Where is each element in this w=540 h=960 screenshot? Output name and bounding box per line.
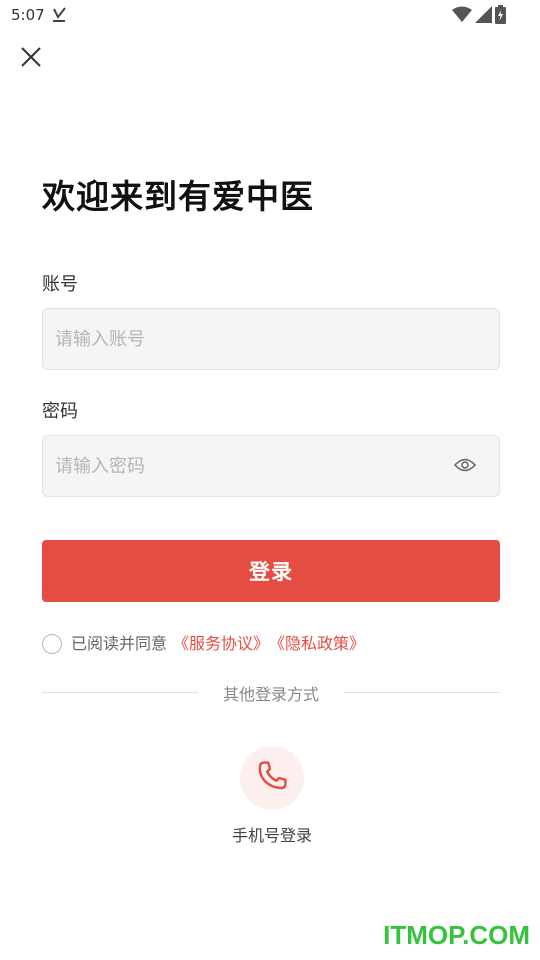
agreement-row: 已阅读并同意 《服务协议》 《隐私政策》 bbox=[42, 630, 365, 654]
battery-icon bbox=[495, 5, 506, 28]
divider-left bbox=[42, 692, 198, 693]
eye-icon bbox=[453, 457, 477, 477]
terms-of-service-link[interactable]: 《服务协议》 bbox=[173, 630, 269, 654]
wifi-icon bbox=[452, 6, 472, 27]
agreement-text: 已阅读并同意 bbox=[71, 634, 168, 653]
phone-login-circle[interactable] bbox=[240, 746, 304, 810]
divider-right bbox=[344, 692, 500, 693]
privacy-policy-link[interactable]: 《隐私政策》 bbox=[269, 630, 365, 654]
account-label: 账号 bbox=[42, 274, 78, 295]
toggle-password-visibility-button[interactable] bbox=[453, 456, 477, 478]
close-icon bbox=[20, 46, 42, 72]
password-input[interactable] bbox=[55, 436, 445, 496]
watermark-text: ITMOP.COM bbox=[383, 920, 530, 950]
other-login-divider-text: 其他登录方式 bbox=[222, 685, 319, 704]
status-bar: 5:07 bbox=[0, 0, 540, 30]
status-icons bbox=[452, 5, 506, 28]
password-field bbox=[42, 435, 500, 497]
login-button[interactable]: 登录 bbox=[42, 540, 500, 602]
download-done-icon bbox=[50, 6, 68, 28]
agreement-checkbox[interactable] bbox=[42, 634, 62, 654]
status-time: 5:07 bbox=[11, 6, 45, 24]
page-title: 欢迎来到有爱中医 bbox=[42, 177, 314, 216]
password-label: 密码 bbox=[42, 401, 78, 422]
account-input[interactable] bbox=[55, 309, 445, 369]
phone-login-button[interactable]: 手机号登录 bbox=[227, 746, 317, 846]
signal-icon bbox=[475, 6, 492, 27]
phone-icon bbox=[255, 759, 289, 797]
account-field bbox=[42, 308, 500, 370]
close-button[interactable] bbox=[16, 44, 46, 74]
phone-login-label: 手机号登录 bbox=[231, 826, 312, 845]
